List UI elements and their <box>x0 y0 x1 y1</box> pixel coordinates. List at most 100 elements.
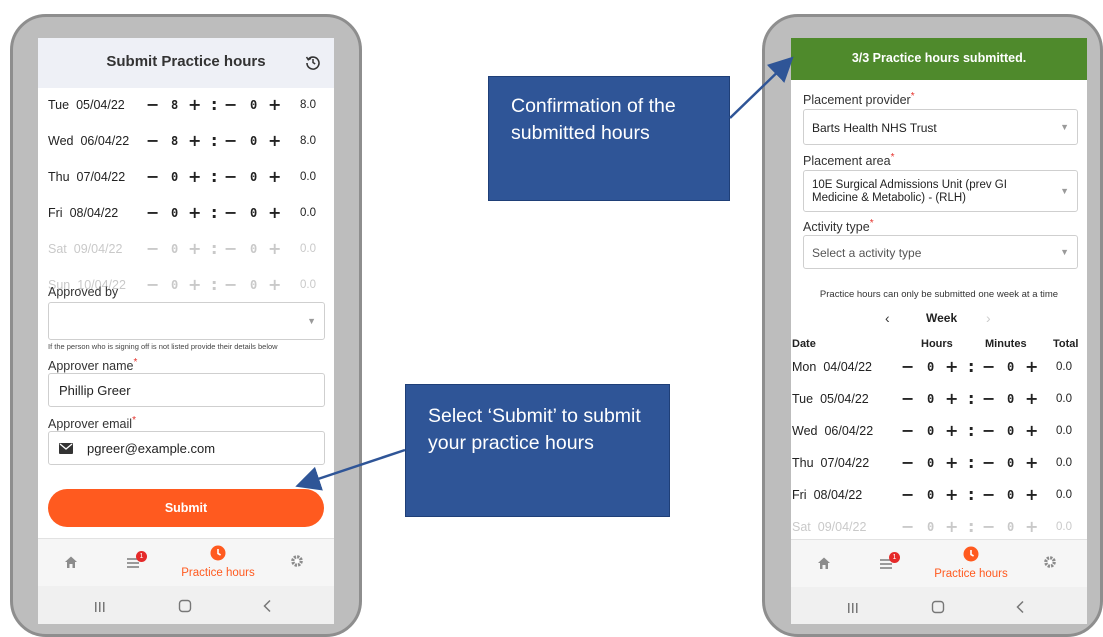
activity-type-select[interactable]: Select a activity type ▼ <box>803 235 1078 269</box>
hours-minus-button[interactable]: − <box>146 133 159 149</box>
minutes-minus-button[interactable]: − <box>224 241 237 257</box>
helper-text: If the person who is signing off is not … <box>48 342 278 351</box>
approver-name-label: Approver name* <box>48 357 138 374</box>
gear-icon[interactable] <box>290 554 304 573</box>
minutes-plus-button[interactable]: + <box>1025 423 1038 439</box>
hours-plus-button[interactable]: + <box>188 205 201 221</box>
minutes-value: 0 <box>1007 520 1015 534</box>
minutes-minus-button[interactable]: − <box>982 423 995 439</box>
hours-plus-button[interactable]: + <box>945 391 958 407</box>
minutes-minus-button[interactable]: − <box>982 487 995 503</box>
history-icon[interactable] <box>304 53 322 71</box>
hours-minus-button[interactable]: − <box>901 359 914 375</box>
submit-button[interactable]: Submit <box>48 489 324 527</box>
minutes-plus-button[interactable]: + <box>1025 519 1038 535</box>
home-icon[interactable] <box>817 556 831 575</box>
hours-minus-button[interactable]: − <box>146 277 159 293</box>
row-day: Wed 06/04/22 <box>792 424 873 438</box>
clock-icon[interactable] <box>963 546 979 567</box>
minutes-plus-button[interactable]: + <box>1025 455 1038 471</box>
chevron-left-icon[interactable]: ‹ <box>885 310 890 326</box>
hours-plus-button[interactable]: + <box>188 241 201 257</box>
minutes-plus-button[interactable]: + <box>268 133 281 149</box>
right-hours-list: Mon 04/04/22−0 +: −0 +0.0 Tue 05/04/22−0 +: −0 +0… <box>791 350 1087 538</box>
minutes-minus-button[interactable]: − <box>982 455 995 471</box>
minutes-minus-button[interactable]: − <box>224 169 237 185</box>
minutes-plus-button[interactable]: + <box>1025 487 1038 503</box>
clock-icon[interactable] <box>210 545 226 566</box>
recent-apps-icon[interactable] <box>847 601 859 619</box>
approved-by-select[interactable]: ▼ <box>48 302 325 340</box>
minutes-minus-button[interactable]: − <box>224 97 237 113</box>
row-day: Tue 05/04/22 <box>48 98 125 112</box>
row-date: 04/04/22 <box>823 360 872 374</box>
back-icon[interactable] <box>262 599 272 618</box>
hours-value: 0 <box>927 392 935 406</box>
minutes-plus-button[interactable]: + <box>1025 391 1038 407</box>
hours-minus-button[interactable]: − <box>901 487 914 503</box>
hours-row: Wed 06/04/22−0 +: −0 +0.0 <box>791 414 1087 448</box>
hours-plus-button[interactable]: + <box>945 487 958 503</box>
approver-email-value: pgreer@example.com <box>87 441 216 456</box>
home-button-icon[interactable] <box>931 600 945 619</box>
row-total: 8.0 <box>300 135 316 147</box>
hours-minus-button[interactable]: − <box>146 97 159 113</box>
minutes-plus-button[interactable]: + <box>268 241 281 257</box>
minutes-minus-button[interactable]: − <box>982 359 995 375</box>
row-day-name: Thu <box>792 456 814 470</box>
hours-plus-button[interactable]: + <box>945 423 958 439</box>
hours-plus-button[interactable]: + <box>945 359 958 375</box>
minutes-minus-button[interactable]: − <box>224 133 237 149</box>
hours-minus-button[interactable]: − <box>146 205 159 221</box>
minutes-value: 0 <box>1007 424 1015 438</box>
placement-area-select[interactable]: 10E Surgical Admissions Unit (prev GI Me… <box>803 170 1078 212</box>
approver-email-field[interactable]: pgreer@example.com <box>48 431 325 465</box>
system-nav-bar <box>38 586 334 624</box>
back-icon[interactable] <box>1015 600 1025 619</box>
row-day-name: Mon <box>792 360 817 374</box>
minutes-minus-button[interactable]: − <box>224 205 237 221</box>
minutes-value: 0 <box>1007 392 1015 406</box>
confirmation-banner: 3/3 Practice hours submitted. <box>791 38 1087 80</box>
placement-provider-select[interactable]: Barts Health NHS Trust ▼ <box>803 109 1078 145</box>
recent-apps-icon[interactable] <box>94 600 106 618</box>
hours-minus-button[interactable]: − <box>901 423 914 439</box>
chevron-right-icon[interactable]: › <box>986 310 991 326</box>
gear-icon[interactable] <box>1043 555 1057 574</box>
minutes-plus-button[interactable]: + <box>1025 359 1038 375</box>
col-minutes: Minutes <box>985 338 1027 350</box>
home-icon[interactable] <box>64 555 78 574</box>
row-total: 0.0 <box>1056 489 1072 501</box>
hours-plus-button[interactable]: + <box>188 133 201 149</box>
minutes-minus-button[interactable]: − <box>982 519 995 535</box>
minutes-minus-button[interactable]: − <box>224 277 237 293</box>
minutes-plus-button[interactable]: + <box>268 277 281 293</box>
hours-plus-button[interactable]: + <box>945 519 958 535</box>
approver-name-field[interactable]: Phillip Greer <box>48 373 325 407</box>
hours-plus-button[interactable]: + <box>188 277 201 293</box>
hours-plus-button[interactable]: + <box>188 169 201 185</box>
row-total: 0.0 <box>300 243 316 255</box>
hours-minus-button[interactable]: − <box>146 241 159 257</box>
hours-minus-button[interactable]: − <box>146 169 159 185</box>
hours-plus-button[interactable]: + <box>188 97 201 113</box>
hours-minus-button[interactable]: − <box>901 391 914 407</box>
row-date: 05/04/22 <box>76 98 125 112</box>
minutes-plus-button[interactable]: + <box>268 205 281 221</box>
home-button-icon[interactable] <box>178 599 192 618</box>
hours-minus-button[interactable]: − <box>901 519 914 535</box>
hours-minus-button[interactable]: − <box>901 455 914 471</box>
chevron-down-icon: ▼ <box>1060 186 1069 196</box>
nav-practice-hours-label[interactable]: Practice hours <box>921 568 1021 580</box>
activity-type-label: Activity type* <box>803 218 874 235</box>
minutes-plus-button[interactable]: + <box>268 97 281 113</box>
nav-practice-hours-label[interactable]: Practice hours <box>168 567 268 579</box>
minutes-value: 0 <box>1007 360 1015 374</box>
row-total: 0.0 <box>1056 393 1072 405</box>
hours-plus-button[interactable]: + <box>945 455 958 471</box>
minutes-minus-button[interactable]: − <box>982 391 995 407</box>
row-total: 0.0 <box>1056 521 1072 533</box>
hours-value: 0 <box>927 456 935 470</box>
minutes-plus-button[interactable]: + <box>268 169 281 185</box>
time-separator: : <box>211 131 218 150</box>
